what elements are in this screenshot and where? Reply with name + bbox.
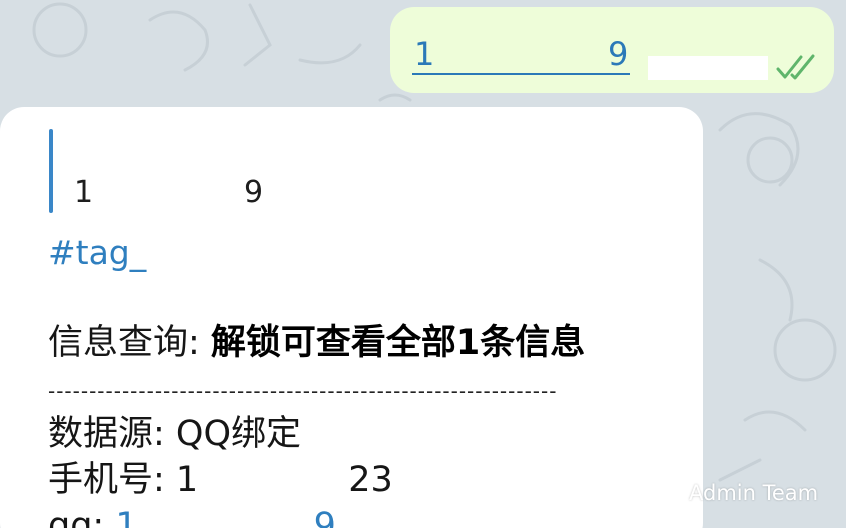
chat-view: 1 9 1 9 #tag_ 信息查询: 解锁可查看全部1条信息 --------… — [0, 0, 846, 528]
phone-first-digit: 1 — [175, 460, 199, 500]
phone-line: 手机号: 1 23 — [48, 458, 393, 502]
query-label: 信息查询: — [48, 323, 211, 363]
qq-last-digit: 9 — [313, 506, 336, 528]
source-label: 数据源: — [48, 414, 176, 454]
quote-bar — [49, 129, 53, 213]
incoming-message-bubble[interactable]: 1 9 #tag_ 信息查询: 解锁可查看全部1条信息 ------------… — [0, 107, 703, 528]
link-last-digit: 9 — [608, 35, 629, 73]
source-line: 数据源: QQ绑定 — [48, 412, 301, 456]
phone-label: 手机号: — [48, 460, 176, 500]
source-value: QQ绑定 — [175, 414, 302, 454]
phone-last-digits: 23 — [348, 460, 393, 500]
query-value: 解锁可查看全部1条信息 — [210, 323, 586, 363]
watermark: Admin Team — [655, 479, 818, 507]
query-line: 信息查询: 解锁可查看全部1条信息 — [48, 321, 585, 365]
qq-label: qq: — [48, 506, 116, 528]
outgoing-message-bubble[interactable]: 1 9 — [390, 7, 834, 93]
message-link[interactable]: 1 9 — [412, 35, 630, 75]
qq-line: qq: 19 — [48, 504, 336, 528]
qq-link[interactable]: 19 — [115, 506, 336, 528]
watermark-text: Admin Team — [689, 481, 819, 505]
link-first-digit: 1 — [414, 35, 435, 73]
hashtag-link[interactable]: #tag_ — [48, 233, 146, 273]
double-check-icon — [776, 54, 815, 80]
wechat-icon — [656, 482, 684, 504]
divider: ----------------------------------------… — [48, 379, 558, 403]
redacted-timestamp — [648, 56, 768, 80]
qq-first-digit: 1 — [115, 506, 138, 528]
quote-last-digit: 9 — [244, 175, 264, 210]
quote-first-digit: 1 — [74, 175, 94, 210]
